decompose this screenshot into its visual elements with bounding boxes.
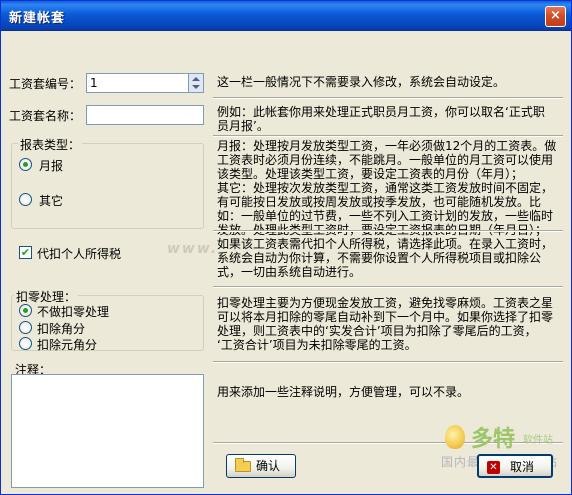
stepper-up-icon[interactable] (192, 77, 200, 81)
description-line: 该类型。处理该类型工资，要设定工资表的月份（年月）； (217, 167, 524, 181)
rounding-jiao-fen-label[interactable]: 扣除角分 (37, 320, 85, 337)
notes-description: 用来添加一些注释说明，方便管理，可以不录。 (217, 385, 470, 399)
cancel-button[interactable]: ✕ 取消 (477, 454, 553, 478)
stepper-down-icon[interactable] (192, 85, 200, 89)
account-number-value: 1 (90, 76, 98, 90)
cancel-icon: ✕ (487, 461, 500, 474)
divider (213, 361, 563, 363)
report-type-description: 月报：处理按月发放类型工资，一年必须做12个月的工资表。做 工资表时必须月份连续… (217, 139, 561, 237)
description-line: 式，一切由系统自动进行。 (217, 265, 362, 279)
confirm-button[interactable]: 确认 (226, 454, 296, 478)
description-line: 有可能按日发放或按周发放或按季发放，也可能随机发放。比 (217, 195, 542, 209)
description-line: 处理，则工资表中的‘实发合计’项目为扣除了零尾后的工资， (217, 324, 537, 338)
tax-checkbox-label[interactable]: 代扣个人所得税 (37, 245, 121, 262)
logo-main-text: 多特 (471, 427, 516, 452)
account-number-label: 工资套编号： (9, 77, 82, 91)
description-line: 其它：处理按次发放类型工资，通常这类工资发放时间不固定， (217, 181, 554, 195)
new-account-dialog: 新建帐套 × 工资套编号： 1 工资套名称： 报表类型： 月报 其它 ✔ 代扣个… (0, 0, 572, 495)
rounding-none-radio[interactable] (19, 304, 32, 317)
account-name-input[interactable] (86, 105, 204, 125)
description-line: 系统会自动为你计算，不需要你设置个人所得税项目或扣除公 (217, 251, 542, 265)
report-type-group: 报表类型： (11, 136, 204, 229)
confirm-button-label: 确认 (255, 459, 280, 473)
tax-description: 如果该工资表需代扣个人所得税，请选择此项。在录入工资时， 系统会自动为你计算，不… (217, 237, 561, 279)
account-name-description: 例如：此帐套你用来处理正式职员月工资，你可以取名‘正式职 员月报’。 (217, 105, 561, 133)
watermark-text: www. (167, 241, 219, 257)
report-type-title: 报表类型： (18, 136, 83, 153)
divider (213, 286, 563, 288)
description-line: 工资表时必须月份连续，不能跳月。一般单位的月工资可以使用 (217, 153, 554, 167)
description-line: 例如：此帐套你用来处理正式职员月工资，你可以取名‘正式职 (217, 105, 545, 119)
description-line: 扣零处理主要为方便现金发放工资，避免找零麻烦。工资表之星 (217, 296, 554, 310)
description-line: ‘工资合计’项目为未扣除零尾的工资。 (217, 338, 417, 352)
close-button[interactable]: × (545, 6, 566, 27)
description-line: 月报：处理按月发放类型工资，一年必须做12个月的工资表。做 (217, 139, 557, 153)
title-bar[interactable]: 新建帐套 × (1, 1, 571, 31)
report-type-monthly-radio[interactable] (19, 158, 32, 171)
logo-small-text: 软件站 (523, 435, 553, 446)
description-line: 员月报’。 (217, 119, 269, 133)
tax-checkbox[interactable]: ✔ (19, 246, 32, 259)
rounding-yuan-jiao-fen-label[interactable]: 扣除元角分 (37, 336, 97, 353)
report-type-monthly-label[interactable]: 月报 (39, 157, 63, 174)
cancel-button-label: 取消 (509, 460, 534, 474)
divider (213, 97, 563, 99)
description-line: 可以将本月扣除的零尾自动补到下一个月中。如果你选择了扣零 (217, 310, 554, 324)
description-line: 如果该工资表需代扣个人所得税，请选择此项。在录入工资时， (217, 237, 554, 251)
rounding-description: 扣零处理主要为方便现金发放工资，避免找零麻烦。工资表之星 可以将本月扣除的零尾自… (217, 296, 561, 352)
window-title: 新建帐套 (9, 11, 66, 26)
report-type-other-label[interactable]: 其它 (39, 192, 63, 209)
lightbulb-icon (445, 425, 465, 449)
account-name-label: 工资套名称： (9, 109, 82, 123)
account-number-stepper[interactable]: 1 (86, 73, 204, 93)
folder-icon (235, 458, 251, 472)
description-line: 如：一般单位的过节费，一些不列入工资计划的发放，一些临时 (217, 209, 554, 223)
divider (213, 135, 563, 137)
notes-textarea[interactable] (11, 374, 204, 488)
report-type-other-radio[interactable] (19, 193, 32, 206)
stepper-buttons[interactable] (188, 74, 203, 92)
rounding-jiao-fen-radio[interactable] (19, 321, 32, 334)
rounding-yuan-jiao-fen-radio[interactable] (19, 337, 32, 350)
account-number-description: 这一栏一般情况下不需要录入修改，系统会自动设定。 (217, 75, 506, 89)
divider (213, 230, 563, 232)
rounding-none-label[interactable]: 不做扣零处理 (37, 303, 109, 320)
